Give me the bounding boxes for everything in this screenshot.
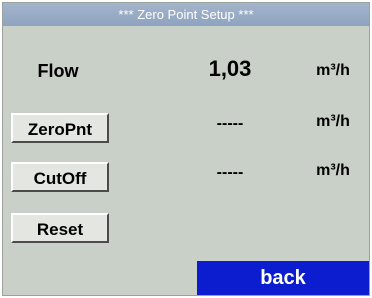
- zero-point-setup-screen: *** Zero Point Setup *** Flow 1,03 m³/h …: [2, 2, 370, 296]
- zeropnt-button[interactable]: ZeroPnt: [11, 113, 109, 143]
- flow-label: Flow: [37, 61, 79, 81]
- back-button[interactable]: back: [197, 261, 369, 295]
- cutoff-button[interactable]: CutOff: [11, 162, 109, 192]
- zeropnt-value: -----: [216, 115, 244, 132]
- flow-unit: m³/h: [316, 62, 350, 79]
- flow-value: 1,03: [208, 56, 252, 81]
- window-title: *** Zero Point Setup ***: [3, 3, 369, 26]
- zeropnt-unit: m³/h: [316, 113, 350, 130]
- cutoff-unit: m³/h: [316, 162, 350, 179]
- reset-button[interactable]: Reset: [11, 213, 109, 243]
- cutoff-value: -----: [216, 164, 244, 181]
